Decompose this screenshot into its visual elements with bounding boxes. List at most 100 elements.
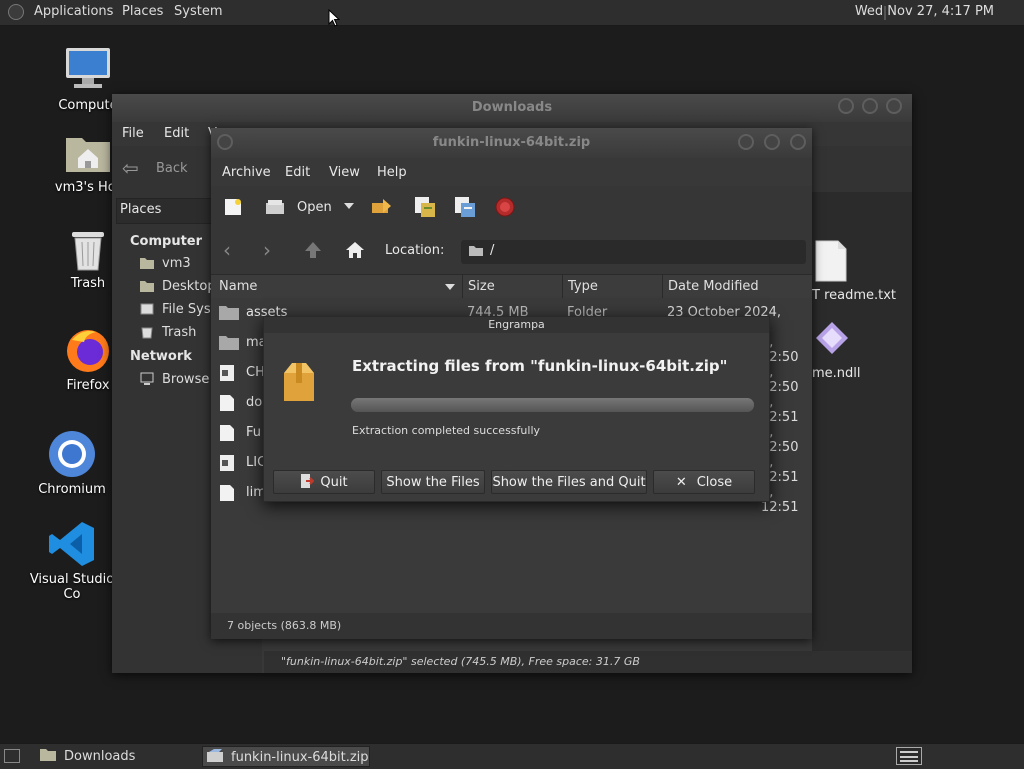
open-dropdown-chevron-down-icon[interactable] [344,203,354,209]
window-title: Downloads [471,100,553,115]
menu-edit[interactable]: Edit [285,165,310,180]
workspace-switcher[interactable] [896,747,922,765]
downloads-statusbar: "funkin-linux-64bit.zip" selected (745.5… [264,651,912,673]
location-label: Location: [385,243,445,258]
add-folder-icon[interactable] [453,195,477,219]
column-type[interactable]: Type [568,279,598,294]
extract-icon[interactable] [371,197,393,217]
taskbar-label: funkin-linux-64bit.zip [231,750,369,765]
up-arrow-icon[interactable] [304,241,322,259]
desktop-icon-chromium[interactable]: Chromium [22,430,122,497]
show-desktop-icon[interactable] [4,749,20,763]
sidebar-item-filesystem[interactable]: File Syst [162,302,216,317]
archive-manager-icon [207,749,225,763]
archive-titlebar[interactable]: funkin-linux-64bit.zip [211,128,812,158]
extract-dialog: Engrampa Extracting files from "funkin-l… [263,316,770,502]
column-name[interactable]: Name [219,279,257,294]
folder-icon [219,304,239,320]
bottom-panel: Downloads funkin-linux-64bit.zip [0,743,1024,769]
back-button[interactable]: Back [156,161,188,176]
column-divider[interactable] [662,275,663,299]
window-menu-button[interactable] [217,134,233,150]
menu-view[interactable]: View [329,165,360,180]
chromium-icon [48,430,96,478]
minimize-button[interactable] [838,98,854,114]
desktop-icon-label: Trash [70,276,106,291]
sidebar-item-desktop[interactable]: Desktop [162,279,216,294]
menu-archive[interactable]: Archive [222,165,271,180]
system-menu[interactable]: System [174,4,222,19]
dialog-heading: Extracting files from "funkin-linux-64bi… [352,357,728,375]
file-label[interactable]: T readme.txt [812,288,896,303]
drive-icon [140,302,154,316]
folder-icon [469,245,483,257]
show-files-and-quit-label: Show the Files and Quit [492,475,646,490]
column-size[interactable]: Size [468,279,495,294]
sort-chevron-down-icon[interactable] [445,284,455,290]
file-icon [219,394,235,412]
sidebar-item-trash[interactable]: Trash [162,325,196,340]
back-arrow-icon[interactable]: ⇦ [122,158,139,178]
desktop-icon-label: Visual Studio Co [29,572,115,602]
back-arrow-icon[interactable]: ‹ [223,238,231,262]
column-headers: Name Size Type Date Modified [211,274,812,300]
taskbar-item-archive[interactable]: funkin-linux-64bit.zip [202,746,370,767]
menu-file[interactable]: File [122,126,144,141]
downloads-titlebar[interactable]: Downloads [112,94,912,122]
places-menu[interactable]: Places [122,4,163,19]
dialog-titlebar[interactable]: Engrampa [264,317,769,333]
maximize-button[interactable] [862,98,878,114]
applications-menu[interactable]: Applications [34,4,113,19]
mate-logo-icon[interactable] [8,4,24,20]
window-title: funkin-linux-64bit.zip [432,135,591,150]
text-file-icon[interactable] [814,240,848,282]
sidebar-item-browse[interactable]: Browse [162,372,209,387]
taskbar-item-downloads[interactable]: Downloads [34,746,194,767]
quit-icon [300,473,315,489]
menu-help[interactable]: Help [377,165,407,180]
places-label: Places [120,202,162,217]
column-divider[interactable] [462,275,463,299]
home-icon[interactable] [345,241,365,259]
sidebar-item-vm3[interactable]: vm3 [162,256,191,271]
column-date[interactable]: Date Modified [668,279,759,294]
dialog-title: Engrampa [488,318,545,331]
ndll-file-icon[interactable] [814,320,850,356]
show-files-and-quit-button[interactable]: Show the Files and Quit [491,470,647,494]
quit-button[interactable]: Quit [273,470,375,494]
menu-edit[interactable]: Edit [164,126,189,141]
close-button[interactable] [790,134,806,150]
folder-icon [40,748,56,762]
add-files-icon[interactable] [413,195,437,219]
maximize-button[interactable] [764,134,780,150]
close-button[interactable] [886,98,902,114]
extraction-progress-bar [351,398,754,412]
open-archive-icon[interactable] [265,197,285,217]
forward-arrow-icon[interactable]: › [263,238,271,262]
sidebar-computer-header: Computer [130,234,203,249]
quit-label: Quit [320,475,348,490]
clock[interactable]: Wed Nov 27, 4:17 PM [855,4,994,19]
desktop-icon-label: Firefox [66,378,110,393]
show-files-label: Show the Files [386,475,480,490]
status-text: "funkin-linux-64bit.zip" selected (745.5… [281,655,640,668]
archive-menubar: Archive Edit View Help [211,158,812,186]
archive-statusbar: 7 objects (863.8 MB) [211,613,812,639]
show-files-button[interactable]: Show the Files [381,470,485,494]
folder-icon [140,256,154,270]
computer-icon [64,46,112,94]
close-label: Close [696,475,733,490]
new-archive-icon[interactable] [223,197,243,217]
column-divider[interactable] [562,275,563,299]
trash-icon [68,228,108,272]
open-button[interactable]: Open [297,200,332,215]
location-field[interactable]: / [461,240,806,264]
minimize-button[interactable] [738,134,754,150]
stop-icon[interactable] [495,197,515,217]
desktop-icon-vscode[interactable]: Visual Studio Co [22,520,122,602]
file-label[interactable]: me.ndll [812,366,861,381]
mouse-cursor-icon [328,9,340,27]
close-button[interactable]: ✕ Close [653,470,755,494]
places-selector[interactable]: Places [116,198,213,224]
top-panel: Applications Places System Wed Nov 27, 4… [0,0,1024,26]
